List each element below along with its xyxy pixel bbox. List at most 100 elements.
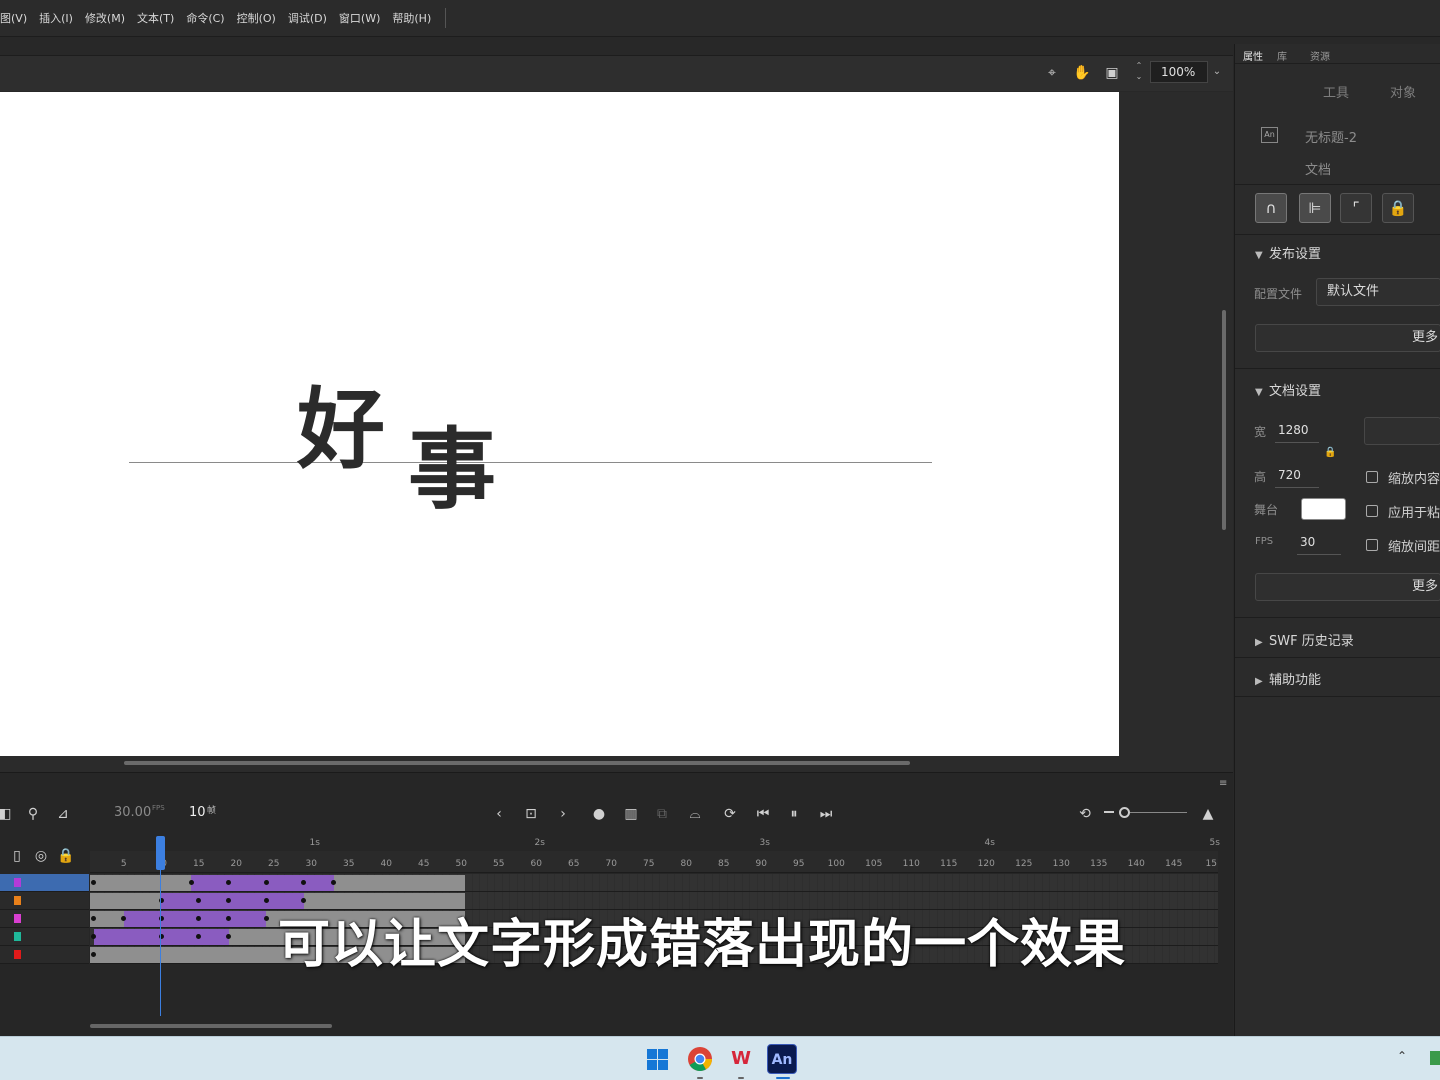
- timeline-horizontal-scrollbar[interactable]: [90, 1024, 332, 1028]
- tween-span[interactable]: [191, 875, 334, 891]
- wps-icon[interactable]: W: [726, 1044, 756, 1074]
- pause-icon[interactable]: ⏸: [785, 805, 803, 823]
- keyframe-dot[interactable]: [226, 934, 231, 939]
- static-frame-span[interactable]: [330, 875, 465, 891]
- chevron-down-icon[interactable]: ⌄: [1209, 61, 1225, 83]
- publish-more-button[interactable]: 更多: [1255, 324, 1440, 352]
- insert-keyframe-icon[interactable]: ⊡: [522, 805, 540, 823]
- lock-layers-icon[interactable]: 🔒: [57, 847, 75, 865]
- menu-commands[interactable]: 命令(C): [180, 10, 230, 26]
- rotate-stage-icon[interactable]: ✋: [1073, 64, 1091, 82]
- graph-icon[interactable]: ⊿: [54, 805, 72, 823]
- layer-row[interactable]: [0, 946, 89, 964]
- tab-library[interactable]: 库: [1277, 48, 1287, 63]
- profile-select[interactable]: 默认文件: [1316, 278, 1440, 306]
- step-forward-icon[interactable]: ⏭: [817, 805, 835, 823]
- menu-insert[interactable]: 插入(I): [33, 10, 79, 26]
- timeline-zoom-knob[interactable]: [1119, 807, 1130, 818]
- keyframe-dot[interactable]: [121, 916, 126, 921]
- layer-parenting-icon[interactable]: ⚲: [24, 805, 42, 823]
- clip-content-icon[interactable]: ▣: [1103, 64, 1121, 82]
- tray-app-icon[interactable]: [1430, 1051, 1440, 1065]
- camera-icon[interactable]: ◧: [0, 805, 14, 823]
- stage-canvas[interactable]: [0, 92, 1119, 756]
- subtab-tool[interactable]: 工具: [1323, 82, 1349, 101]
- loop-icon[interactable]: ⟳: [721, 805, 739, 823]
- tween-span[interactable]: [123, 911, 267, 927]
- frame-ruler[interactable]: 5101520253035404550556065707580859095100…: [90, 851, 1218, 873]
- layer-row[interactable]: [0, 928, 89, 946]
- fps-input[interactable]: 30: [1300, 535, 1315, 549]
- accessibility-header[interactable]: ▶ 辅助功能: [1255, 669, 1321, 688]
- magnet-icon[interactable]: ∩: [1255, 193, 1287, 223]
- edit-multiple-frames-icon[interactable]: ▥: [622, 805, 640, 823]
- keyframe-dot[interactable]: [196, 916, 201, 921]
- link-lock-icon[interactable]: 🔒: [1324, 447, 1336, 458]
- menu-modify[interactable]: 修改(M): [79, 10, 131, 26]
- ruler-icon[interactable]: ⌜: [1340, 193, 1372, 223]
- outline-icon[interactable]: ▯: [8, 847, 26, 865]
- next-keyframe-icon[interactable]: ›: [554, 805, 572, 823]
- menu-text[interactable]: 文本(T): [131, 10, 180, 26]
- keyframe-dot[interactable]: [263, 880, 269, 885]
- zoom-in-mountain-icon[interactable]: ▲: [1199, 805, 1217, 823]
- playhead-handle[interactable]: [156, 836, 165, 870]
- zoom-out-icon[interactable]: [1104, 811, 1114, 813]
- document-settings-header[interactable]: ▼ 文档设置: [1255, 380, 1321, 399]
- keyframe-dot[interactable]: [263, 898, 269, 903]
- fps-readout[interactable]: 30.00: [114, 805, 151, 820]
- tab-properties[interactable]: 属性: [1243, 48, 1263, 63]
- stage-text-shi[interactable]: 事: [408, 426, 496, 514]
- keyframe-dot[interactable]: [196, 934, 201, 939]
- stage-text-hao[interactable]: 好: [297, 386, 385, 474]
- static-frame-span[interactable]: [90, 875, 195, 891]
- step-back-icon[interactable]: ⏮: [754, 805, 772, 823]
- width-input[interactable]: 1280: [1278, 423, 1309, 437]
- keyframe-dot[interactable]: [226, 898, 231, 903]
- height-input[interactable]: 720: [1278, 468, 1301, 482]
- publish-settings-header[interactable]: ▼ 发布设置: [1255, 243, 1321, 262]
- keyframe-dot[interactable]: [91, 952, 96, 957]
- subtab-object[interactable]: 对象: [1390, 82, 1416, 101]
- menu-debug[interactable]: 调试(D): [282, 10, 333, 26]
- center-stage-icon[interactable]: ⌖: [1043, 64, 1061, 82]
- keyframe-dot[interactable]: [263, 916, 269, 921]
- unit-select[interactable]: [1364, 417, 1440, 445]
- menu-control[interactable]: 控制(O): [231, 10, 282, 26]
- layer-row[interactable]: [0, 892, 89, 910]
- keyframe-dot[interactable]: [91, 934, 96, 939]
- windows-start-icon[interactable]: [642, 1044, 672, 1074]
- create-tween-icon[interactable]: ⌓: [686, 805, 704, 823]
- menu-window[interactable]: 窗口(W): [333, 10, 386, 26]
- apply-to-checkbox[interactable]: [1366, 505, 1378, 517]
- keyframe-dot[interactable]: [226, 880, 231, 885]
- current-frame-readout[interactable]: 10: [189, 805, 206, 820]
- lock-icon[interactable]: 🔒: [1382, 193, 1414, 223]
- stage-color-swatch[interactable]: [1301, 498, 1346, 520]
- snap-align-icon[interactable]: ⊫: [1299, 193, 1331, 223]
- layer-row[interactable]: [0, 910, 89, 928]
- scale-spacing-checkbox[interactable]: [1366, 539, 1378, 551]
- menu-view[interactable]: 图(V): [0, 10, 33, 26]
- keyframe-dot[interactable]: [91, 880, 96, 885]
- tray-chevron-up-icon[interactable]: ⌃: [1397, 1049, 1407, 1063]
- chrome-icon[interactable]: [685, 1044, 715, 1074]
- timeline-zoom-slider[interactable]: [1123, 812, 1187, 813]
- zoom-input[interactable]: 100%: [1150, 61, 1208, 83]
- tab-assets[interactable]: 资源: [1310, 48, 1330, 63]
- keyframe-dot[interactable]: [91, 916, 96, 921]
- document-more-button[interactable]: 更多: [1255, 573, 1440, 601]
- stage-vertical-scrollbar[interactable]: [1222, 310, 1226, 530]
- onion-skin-icon[interactable]: ●: [590, 805, 608, 823]
- keyframe-dot[interactable]: [301, 880, 306, 885]
- guide-line[interactable]: [129, 462, 932, 463]
- keyframe-dot[interactable]: [188, 880, 194, 885]
- keyframe-dot[interactable]: [331, 880, 336, 885]
- hide-layers-icon[interactable]: ◎: [32, 847, 50, 865]
- stage-horizontal-scrollbar[interactable]: [124, 761, 910, 765]
- prev-keyframe-icon[interactable]: ‹: [490, 805, 508, 823]
- frame-row[interactable]: [90, 874, 1218, 892]
- swf-history-header[interactable]: ▶ SWF 历史记录: [1255, 630, 1354, 649]
- fit-timeline-icon[interactable]: ⟲: [1076, 805, 1094, 823]
- keyframe-dot[interactable]: [196, 898, 201, 903]
